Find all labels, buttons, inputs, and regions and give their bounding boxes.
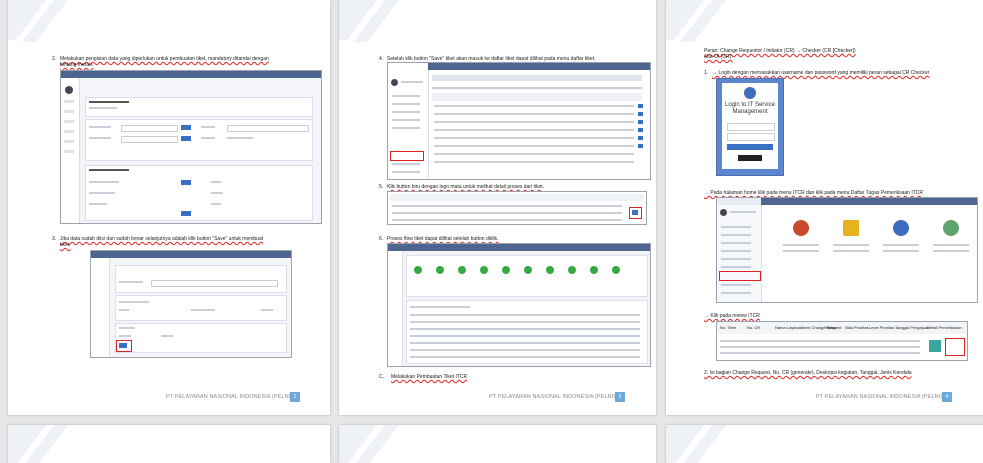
document-page-2: 4. Setelah klik button "Save" tiket akan… [339,0,656,415]
corner-decoration-icon [666,425,726,463]
home-screenshot [716,197,978,303]
eye-button-screenshot [387,191,647,225]
document-page-1: 2. Melakukan pengisian data yang diperlu… [8,0,330,415]
corner-decoration-icon [339,425,399,463]
login-screenshot: Login to IT Service Management [716,78,784,176]
login-title: Login to IT Service [725,102,775,108]
ticket-list-screenshot [387,62,651,180]
step2-text: 2. Isi bagian Change Request, No. CR (ge… [704,370,912,376]
stepC-number: C. [379,374,384,380]
col-tanggal: Tanggal Pengajuan [895,325,930,330]
document-page-7 [666,425,983,463]
stepC-text: Melakukan Pembuatan Tiket ITCR [391,374,468,380]
step3-number: 3. [52,236,57,242]
col-no-cr: No. CR [747,325,761,330]
step6-number: 6. [379,236,384,242]
step5-number: 5. [379,184,384,190]
service-icon [893,220,909,236]
flow-screenshot [387,243,651,367]
document-page-3: Peran: Change Requestor / Initiator (CR)… [666,0,983,415]
step3-text: Jika data sudah diisi dan sudah benar se… [60,236,264,242]
corner-decoration-icon [339,0,399,42]
step6-text: Proses flow tiket dapat dilihat setelah … [387,236,499,242]
col-level: Level Prioritas [869,325,895,330]
page-footer: PT PELAYARAN NASIONAL INDONESIA (PELNI) [489,394,616,400]
step3-text-cont: tiket. [60,242,71,248]
document-page-6 [339,425,656,463]
col-detail: Detail Pemeriksaan [927,325,962,330]
login-button[interactable] [727,144,773,150]
review-button[interactable] [929,340,941,352]
corner-decoration-icon [8,0,68,42]
save-screenshot [90,250,292,358]
step5-text: Klik button biru dengan logo mata untuk … [387,184,545,190]
store-badge [738,155,762,161]
page-number: 4 [942,392,952,402]
alert-icon [843,220,859,236]
form-screenshot [60,70,322,224]
flow-line: Alur UI (CR): [704,54,733,60]
step2-text-cont: bintang merah. [60,62,94,68]
settings-gear-icon [793,220,809,236]
document-page-5 [8,425,330,463]
corner-decoration-icon [8,425,68,463]
login-title-cont: Management [732,109,768,115]
page-footer: PT PELAYARAN NASIONAL INDONESIA (PELNI) [166,394,293,400]
page-number: 2 [290,392,300,402]
review-table-screenshot: No. Tiket No. CR Nama Layanan Jenis Chan… [716,321,968,361]
corner-decoration-icon [666,0,726,42]
col-status: Status [825,325,837,330]
user-avatar-icon [391,79,398,86]
step-review-text: → Klik pada review ITCR [704,313,760,319]
col-no-tiket: No. Tiket [720,325,736,330]
step2-number: 2. [52,56,57,62]
step-home-text: → Pada halaman home klik pada menu ITCR … [704,190,923,196]
page-footer: PT PELAYARAN NASIONAL INDONESIA (PELNI) [816,394,943,400]
username-field[interactable] [727,123,775,131]
step4-number: 4. [379,56,384,62]
col-nama-layanan: Nama Layanan [775,325,803,330]
page-number: 3 [615,392,625,402]
col-nilai: Nilai Prioritas [845,325,869,330]
user-avatar-icon [65,86,73,94]
password-field[interactable] [727,133,775,141]
login-logo-icon [744,87,756,99]
step1-number: 1. [704,70,709,76]
service-icon [943,220,959,236]
step1-text: → Login dengan memasukkan username dan p… [712,70,930,76]
user-avatar-icon [720,209,727,216]
